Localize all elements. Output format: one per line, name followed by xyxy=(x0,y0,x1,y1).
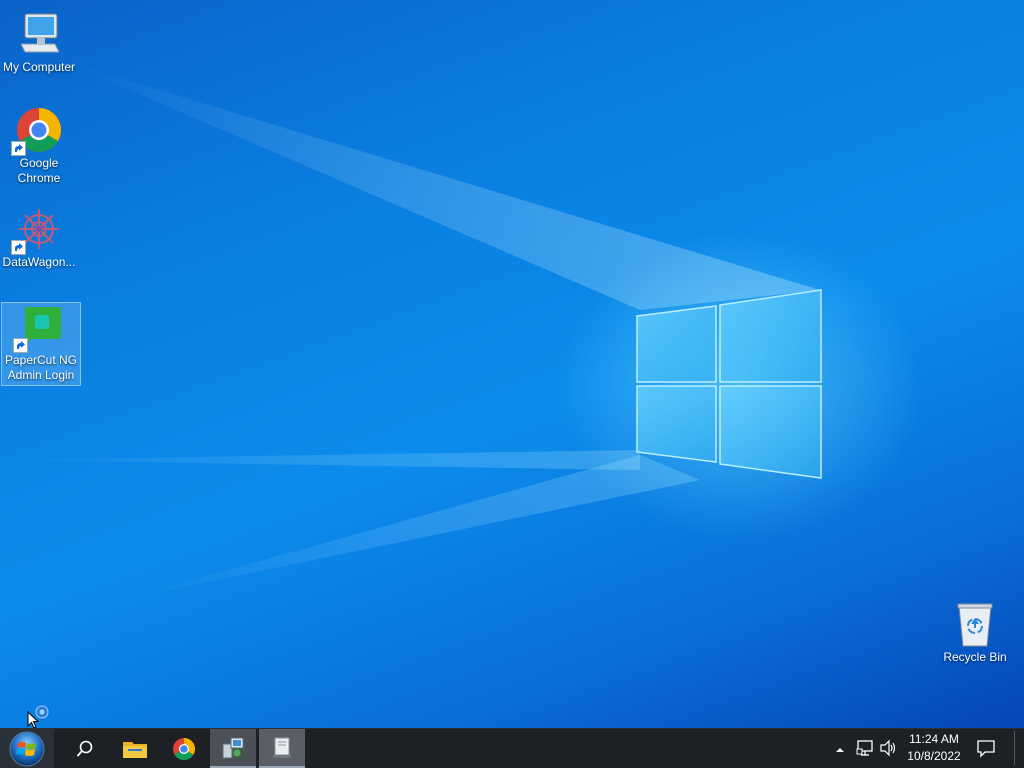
taskbar-server-app-button[interactable] xyxy=(259,729,305,768)
desktop-icon-my-computer[interactable]: My Computer xyxy=(0,10,78,75)
computer-icon xyxy=(15,10,63,58)
mouse-cursor-icon xyxy=(27,710,40,728)
papercut-icon xyxy=(13,303,65,353)
clock-date: 10/8/2022 xyxy=(907,749,961,763)
clock-time: 11:24 AM xyxy=(909,732,959,746)
network-icon xyxy=(856,740,873,756)
desktop-icon-recycle-bin[interactable]: Recycle Bin xyxy=(936,600,1014,665)
chrome-icon xyxy=(11,106,63,156)
desktop-icon-label: Google Chrome xyxy=(17,156,61,185)
control-panel-icon xyxy=(222,737,244,758)
taskbar-chrome-button[interactable] xyxy=(161,729,207,768)
volume-button[interactable] xyxy=(879,739,897,762)
desktop-icon-papercut-admin-login[interactable]: PaperCut NG Admin Login xyxy=(1,302,81,386)
desktop-icon-label: DataWagon... xyxy=(2,255,76,269)
show-desktop-button[interactable] xyxy=(1014,731,1019,765)
chrome-icon xyxy=(173,737,195,760)
desktop-icon-datawagon[interactable]: DataWagon... xyxy=(0,205,78,270)
desktop-icon-label: My Computer xyxy=(2,60,76,74)
server-app-icon xyxy=(273,737,291,758)
desktop-background[interactable]: My Computer Google Chrome DataWagon... P… xyxy=(0,0,1024,728)
search-icon xyxy=(76,740,93,757)
file-explorer-icon xyxy=(123,741,147,758)
volume-icon xyxy=(880,739,896,757)
recycle-bin-icon xyxy=(951,600,999,648)
desktop-icon-label: Recycle Bin xyxy=(943,650,1007,664)
wallpaper-light-beams xyxy=(0,60,820,600)
action-center-icon xyxy=(977,740,995,758)
taskbar-file-explorer-button[interactable] xyxy=(112,729,158,768)
shortcut-arrow-icon xyxy=(13,338,28,353)
taskbar-clock[interactable]: 11:24 AM 10/8/2022 xyxy=(900,731,968,765)
shortcut-arrow-icon xyxy=(11,141,26,156)
desktop-icon-google-chrome[interactable]: Google Chrome xyxy=(0,106,78,186)
windows-logo-wallpaper xyxy=(636,289,822,479)
action-center-button[interactable] xyxy=(976,738,996,763)
show-hidden-icons-button[interactable] xyxy=(834,742,846,760)
show-hidden-icons-chevron xyxy=(836,748,844,752)
taskbar: 11:24 AM 10/8/2022 xyxy=(0,728,1024,768)
start-button[interactable] xyxy=(0,729,54,768)
network-status-button[interactable] xyxy=(856,739,874,762)
taskbar-control-panel-button[interactable] xyxy=(210,729,256,768)
desktop-icon-label: PaperCut NG Admin Login xyxy=(4,353,78,382)
taskbar-search-button[interactable] xyxy=(62,729,108,768)
windows-start-orb-icon xyxy=(9,731,45,766)
shortcut-arrow-icon xyxy=(11,240,26,255)
datawagon-icon xyxy=(11,205,63,255)
